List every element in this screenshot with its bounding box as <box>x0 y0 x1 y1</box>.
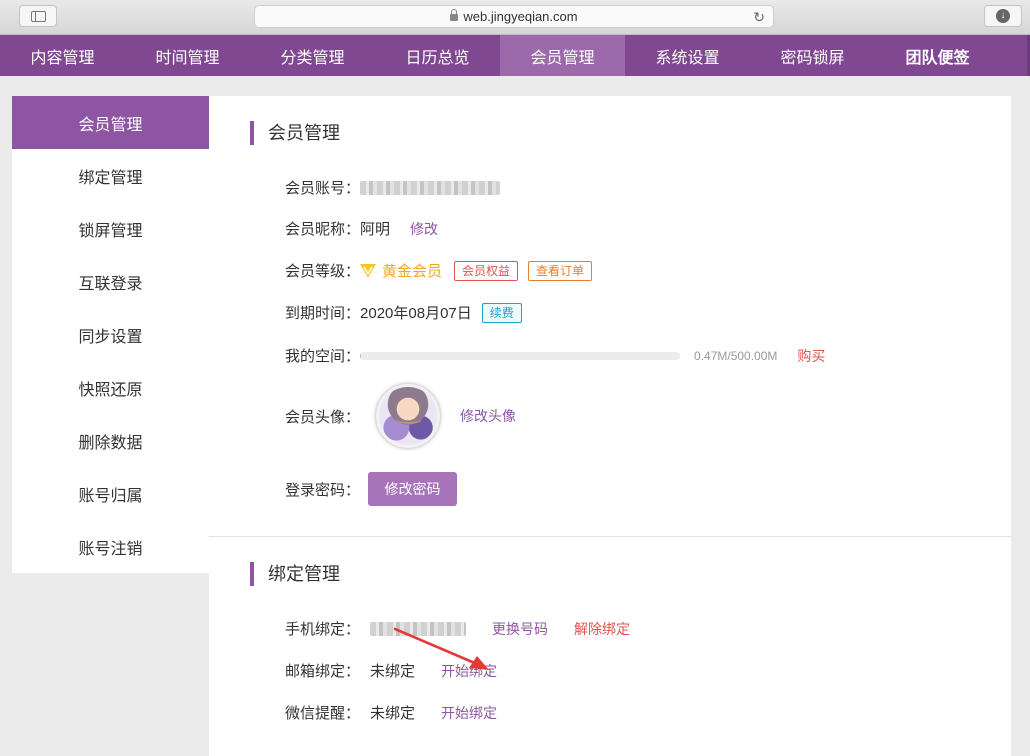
avatar-label: 会员头像： <box>285 408 361 426</box>
avatar[interactable] <box>376 384 441 448</box>
nav-item-time[interactable]: 时间管理 <box>125 35 250 76</box>
email-label: 邮箱绑定： <box>285 663 361 680</box>
space-row: 我的空间： 0.47M/500.00M 购买 <box>285 345 825 366</box>
nickname-edit-link[interactable]: 修改 <box>410 219 438 239</box>
downloads-button[interactable]: ↓ <box>984 5 1022 27</box>
level-text: 黄金会员 <box>382 263 443 280</box>
account-row: 会员账号： <box>285 177 501 198</box>
binding-section-title: 绑定管理 <box>250 562 340 586</box>
nav-item-content[interactable]: 内容管理 <box>0 35 125 76</box>
account-value-blurred <box>360 180 501 195</box>
member-section-title: 会员管理 <box>250 121 340 145</box>
sidebar-item-member[interactable]: 会员管理 <box>12 96 209 149</box>
sidebar-item-lockscreen[interactable]: 锁屏管理 <box>12 202 209 255</box>
unbind-phone-link[interactable]: 解除绑定 <box>574 619 630 639</box>
nav-item-member[interactable]: 会员管理 <box>500 35 625 76</box>
space-progress-bar <box>360 351 681 360</box>
space-label: 我的空间： <box>285 348 361 365</box>
browser-toolbar: web.jingyeqian.com ↻ ↓ <box>0 0 1030 35</box>
nav-item-calendar[interactable]: 日历总览 <box>375 35 500 76</box>
nickname-row: 会员昵称： 阿明 修改 <box>285 218 438 239</box>
sidebar-icon <box>30 10 46 22</box>
level-row: 会员等级： 黄金会员 会员权益 查看订单 <box>285 260 593 281</box>
wechat-status: 未绑定 <box>370 705 416 722</box>
nav-item-team[interactable]: 团队便签 <box>875 35 1000 76</box>
sidebar-item-delete-data[interactable]: 删除数据 <box>12 414 209 467</box>
password-row: 登录密码： 修改密码 <box>285 472 458 506</box>
wechat-row: 微信提醒： 未绑定 开始绑定 <box>285 702 497 723</box>
lock-icon <box>450 9 459 21</box>
download-icon: ↓ <box>996 9 1010 23</box>
wechat-label: 微信提醒： <box>285 705 361 722</box>
sidebar-toggle-button[interactable] <box>19 5 57 27</box>
buy-space-link[interactable]: 购买 <box>797 346 825 366</box>
wechat-bind-link[interactable]: 开始绑定 <box>441 703 497 723</box>
space-text: 0.47M/500.00M <box>694 348 778 363</box>
sidebar-item-binding[interactable]: 绑定管理 <box>12 149 209 202</box>
expire-label: 到期时间： <box>285 305 361 322</box>
avatar-edit-link[interactable]: 修改头像 <box>460 406 516 426</box>
nav-item-category[interactable]: 分类管理 <box>250 35 375 76</box>
main-panel: 会员管理 会员账号： 会员昵称： 阿明 修改 会员等级： 黄金会员 会员权益 查… <box>209 96 1011 756</box>
address-bar[interactable]: web.jingyeqian.com ↻ <box>254 5 774 28</box>
url-text: web.jingyeqian.com <box>463 9 578 24</box>
gold-v-icon <box>360 263 377 278</box>
sidebar: 会员管理 绑定管理 锁屏管理 互联登录 同步设置 快照还原 删除数据 账号归属 … <box>12 96 209 573</box>
level-value: 黄金会员 <box>360 260 442 281</box>
expire-date: 2020年08月07日 <box>360 305 472 322</box>
nav-item-settings[interactable]: 系统设置 <box>625 35 750 76</box>
renew-badge[interactable]: 续费 <box>481 302 522 323</box>
sidebar-item-connect-login[interactable]: 互联登录 <box>12 255 209 308</box>
nav-item-lockscreen[interactable]: 密码锁屏 <box>750 35 875 76</box>
avatar-row: 会员头像： 修改头像 <box>285 384 516 448</box>
top-nav: 内容管理 时间管理 分类管理 日历总览 会员管理 系统设置 密码锁屏 团队便签 <box>0 35 1030 76</box>
sidebar-item-sync[interactable]: 同步设置 <box>12 308 209 361</box>
change-phone-link[interactable]: 更换号码 <box>492 619 548 639</box>
sidebar-item-account-owner[interactable]: 账号归属 <box>12 467 209 520</box>
sidebar-item-snapshot[interactable]: 快照还原 <box>12 361 209 414</box>
nickname-label: 会员昵称： <box>285 221 361 238</box>
reload-icon[interactable]: ↻ <box>753 9 765 26</box>
phone-label: 手机绑定： <box>285 621 361 638</box>
change-password-button[interactable]: 修改密码 <box>368 472 458 506</box>
sidebar-item-account-cancel[interactable]: 账号注销 <box>12 520 209 573</box>
section-divider <box>209 536 1011 537</box>
account-label: 会员账号： <box>285 180 361 197</box>
benefits-badge[interactable]: 会员权益 <box>454 260 519 281</box>
level-label: 会员等级： <box>285 263 361 280</box>
password-label: 登录密码： <box>285 481 361 499</box>
orders-badge[interactable]: 查看订单 <box>528 260 593 281</box>
annotation-arrow-icon <box>393 627 489 670</box>
nickname-value: 阿明 <box>360 221 391 238</box>
expire-row: 到期时间： 2020年08月07日 续费 <box>285 302 522 323</box>
